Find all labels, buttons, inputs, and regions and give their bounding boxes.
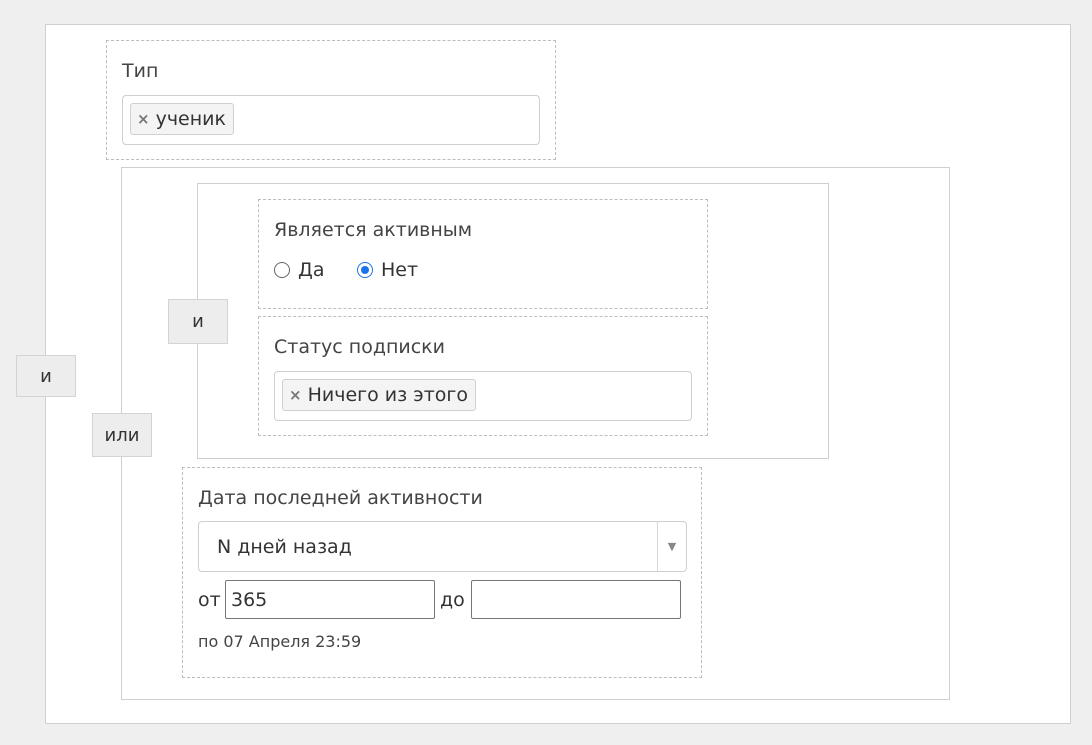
subscription-filter-label: Статус подписки (274, 336, 445, 358)
type-tag-input[interactable]: × ученик (122, 95, 540, 145)
radio-option-yes[interactable]: Да (274, 259, 325, 281)
from-label: от (198, 589, 221, 611)
chip-text: Ничего из этого (307, 384, 468, 406)
operator-or-label: или (104, 424, 140, 446)
subscription-tag-input[interactable]: × Ничего из этого (274, 371, 692, 421)
to-input[interactable] (471, 580, 681, 619)
radio-option-no[interactable]: Нет (357, 259, 418, 281)
type-chip: × ученик (130, 103, 234, 135)
operator-and-button-inner[interactable]: и (168, 299, 228, 344)
period-select-value: N дней назад (217, 535, 352, 558)
type-filter-block: Тип × ученик (106, 40, 556, 160)
radio-yes-label: Да (298, 259, 325, 281)
operator-and-button-outer[interactable]: и (16, 355, 76, 397)
operator-and-inner-label: и (192, 311, 204, 332)
subscription-filter-block: Статус подписки × Ничего из этого (258, 316, 708, 436)
chip-text: ученик (155, 108, 226, 130)
active-filter-block: Является активным Да Нет (258, 199, 708, 309)
operator-or-button[interactable]: или (92, 413, 152, 457)
active-filter-label: Является активным (274, 219, 473, 241)
remove-chip-icon[interactable]: × (289, 386, 302, 404)
to-label: до (440, 589, 465, 611)
last-activity-filter-block: Дата последней активности N дней назад ▼… (182, 467, 702, 678)
last-activity-label: Дата последней активности (198, 487, 483, 509)
date-hint: по 07 Апреля 23:59 (198, 632, 362, 651)
operator-and-label: и (40, 365, 52, 387)
remove-chip-icon[interactable]: × (137, 110, 150, 128)
subscription-chip: × Ничего из этого (282, 379, 476, 411)
from-input[interactable]: 365 (225, 580, 435, 619)
radio-no-label: Нет (381, 259, 419, 281)
radio-no[interactable] (357, 262, 373, 278)
caret-down-icon[interactable]: ▼ (657, 522, 686, 571)
type-filter-label: Тип (122, 60, 159, 82)
period-select[interactable]: N дней назад ▼ (198, 521, 687, 572)
radio-yes[interactable] (274, 262, 290, 278)
